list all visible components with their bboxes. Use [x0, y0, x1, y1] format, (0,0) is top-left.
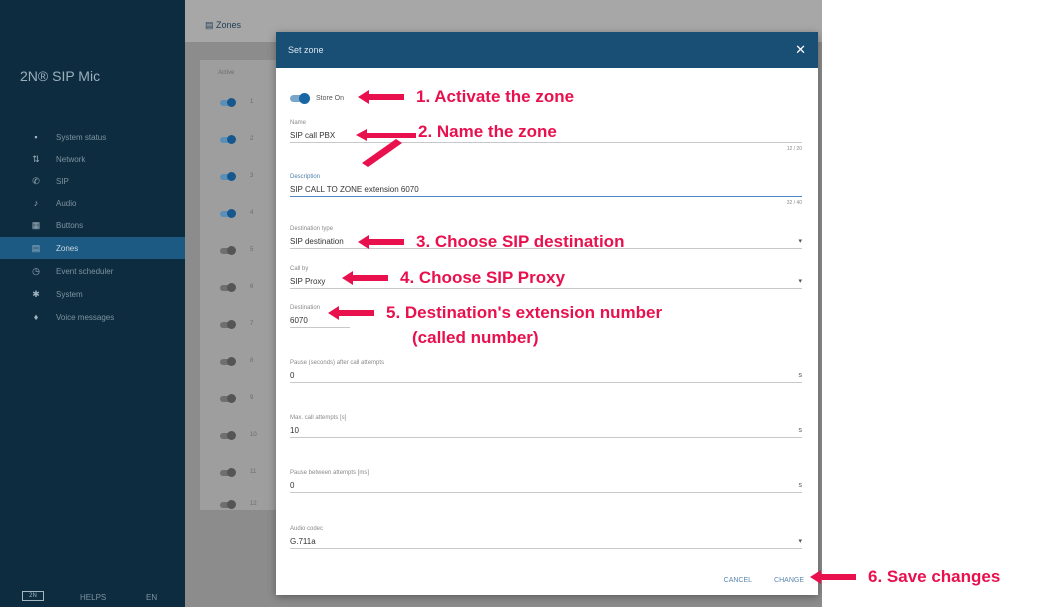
- sidebar-item-label: System: [56, 289, 83, 299]
- annotation-text: 4. Choose SIP Proxy: [400, 268, 566, 287]
- pause-between-input[interactable]: 0s: [290, 478, 802, 493]
- annotation-3: 3. Choose SIP destination: [358, 232, 624, 251]
- zone-toggle[interactable]: [220, 98, 236, 107]
- annotation-text: 2. Name the zone: [418, 122, 557, 141]
- annotation-text: 5. Destination's extension number: [386, 303, 663, 322]
- zones-icon: ▤: [31, 242, 41, 253]
- dropdown-arrow-icon[interactable]: ▾: [798, 537, 802, 545]
- max-call-attempts-field[interactable]: Max. call attempts [s] 10 s: [290, 414, 802, 438]
- pause-field[interactable]: Pause (seconds) after call attempts 0s: [290, 359, 802, 383]
- sidebar-item-voice-messages[interactable]: ♦ Voice messages: [0, 306, 185, 328]
- clock-icon: ◷: [32, 265, 40, 276]
- description-input[interactable]: SIP CALL TO ZONE extension 6070: [290, 182, 802, 197]
- column-header-active: Active: [218, 70, 235, 76]
- zone-toggle[interactable]: [220, 283, 236, 292]
- arrow-left-icon: [358, 89, 404, 104]
- zone-toggle[interactable]: [220, 246, 236, 255]
- unit-suffix: s: [798, 481, 803, 489]
- toggle-switch[interactable]: [290, 93, 310, 104]
- network-icon: ⇅: [32, 153, 40, 164]
- zone-toggle[interactable]: [220, 320, 236, 329]
- cancel-button[interactable]: CANCEL: [724, 577, 752, 584]
- zone-toggle[interactable]: [220, 468, 236, 477]
- sidebar: 2N® SIP Mic ▪ System status ⇅ Network ✆ …: [0, 0, 185, 607]
- annotation-1: 1. Activate the zone: [358, 87, 574, 106]
- sidebar-item-zones[interactable]: ▤ Zones: [0, 237, 185, 259]
- arrow-left-icon: [358, 234, 404, 249]
- arrow-left-icon: [328, 305, 374, 320]
- annotation-5-sub: (called number): [412, 328, 539, 347]
- sidebar-item-event-scheduler[interactable]: ◷ Event scheduler: [0, 260, 185, 282]
- pause-input[interactable]: 0s: [290, 368, 802, 383]
- sidebar-item-audio[interactable]: ♪ Audio: [0, 192, 185, 214]
- description-field[interactable]: Description SIP CALL TO ZONE extension 6…: [290, 173, 802, 206]
- sidebar-item-label: Audio: [56, 198, 77, 208]
- pause-between-field[interactable]: Pause between attempts [ms] 0s: [290, 469, 802, 493]
- dashboard-icon: ▪: [34, 132, 38, 142]
- sidebar-item-network[interactable]: ⇅ Network: [0, 148, 185, 170]
- footer-logo: 2N: [22, 591, 44, 601]
- char-counter: 32 / 40: [786, 200, 802, 206]
- sidebar-item-sip[interactable]: ✆ SIP: [0, 170, 185, 192]
- dialog-header: Set zone ✕: [276, 32, 818, 68]
- sidebar-item-label: System status: [56, 132, 107, 142]
- field-label: Pause (seconds) after call attempts: [290, 360, 385, 366]
- sidebar-item-label: SIP: [56, 176, 69, 186]
- sidebar-item-label: Zones: [56, 243, 79, 253]
- annotation-6: 6. Save changes: [810, 567, 1000, 586]
- dialog-title: Set zone: [288, 45, 324, 55]
- bent-arrow-icon: [356, 129, 416, 167]
- field-label: Max. call attempts [s]: [290, 415, 347, 421]
- audio-codec-input[interactable]: G.711a ▾: [290, 534, 802, 549]
- sidebar-item-label: Event scheduler: [56, 266, 114, 276]
- zone-toggle[interactable]: [220, 172, 236, 181]
- close-icon[interactable]: ✕: [795, 42, 806, 58]
- zone-toggle[interactable]: [220, 209, 236, 218]
- dropdown-arrow-icon[interactable]: ▾: [798, 277, 802, 285]
- max-call-attempts-input[interactable]: 10 s: [290, 423, 802, 438]
- zone-toggle[interactable]: [220, 394, 236, 403]
- music-note-icon: ♪: [33, 198, 39, 208]
- sidebar-item-buttons[interactable]: ▦ Buttons: [0, 214, 185, 236]
- dropdown-arrow-icon[interactable]: ▾: [798, 237, 802, 245]
- microphone-icon: ♦: [33, 312, 39, 322]
- arrow-left-icon: [810, 569, 856, 584]
- zone-toggle[interactable]: [220, 500, 236, 509]
- zone-toggle[interactable]: [220, 357, 236, 366]
- field-label: Pause between attempts [ms]: [290, 470, 370, 476]
- annotation-5: 5. Destination's extension number: [328, 303, 662, 322]
- dialog-actions: CANCEL CHANGE: [724, 577, 804, 584]
- unit-suffix: s: [798, 426, 803, 434]
- zone-toggle[interactable]: [220, 135, 236, 144]
- gear-icon: ✱: [32, 288, 40, 299]
- arrow-left-icon: [342, 270, 388, 285]
- audio-codec-select[interactable]: Audio codec G.711a ▾: [290, 525, 802, 549]
- page-title: ▤ Zones: [205, 20, 242, 30]
- annotation-text: 6. Save changes: [868, 567, 1001, 586]
- field-label: Description: [290, 174, 321, 180]
- store-on-label: Store On: [316, 95, 345, 102]
- store-on-switch[interactable]: Store On: [290, 93, 345, 104]
- sidebar-item-system-status[interactable]: ▪ System status: [0, 126, 185, 148]
- unit-suffix: s: [798, 371, 803, 379]
- sidebar-item-system[interactable]: ✱ System: [0, 283, 185, 305]
- annotation-text: 3. Choose SIP destination: [416, 232, 625, 251]
- annotation-2: 2. Name the zone: [418, 122, 557, 141]
- phone-icon: ✆: [32, 175, 40, 186]
- sidebar-item-label: Network: [56, 154, 86, 164]
- annotation-text: 1. Activate the zone: [416, 87, 575, 106]
- brand-title: 2N® SIP Mic: [20, 68, 101, 84]
- zones-icon: ▤: [205, 20, 217, 30]
- footer-help-link[interactable]: HELPS: [80, 593, 106, 602]
- annotation-4: 4. Choose SIP Proxy: [342, 268, 565, 287]
- sidebar-item-label: Voice messages: [56, 312, 115, 322]
- zone-toggle[interactable]: [220, 431, 236, 440]
- grid-icon: ▦: [31, 219, 41, 230]
- footer-language[interactable]: EN: [146, 593, 157, 602]
- field-label: Audio codec: [290, 526, 324, 532]
- save-button[interactable]: CHANGE: [774, 577, 804, 584]
- sidebar-item-label: Buttons: [56, 220, 84, 230]
